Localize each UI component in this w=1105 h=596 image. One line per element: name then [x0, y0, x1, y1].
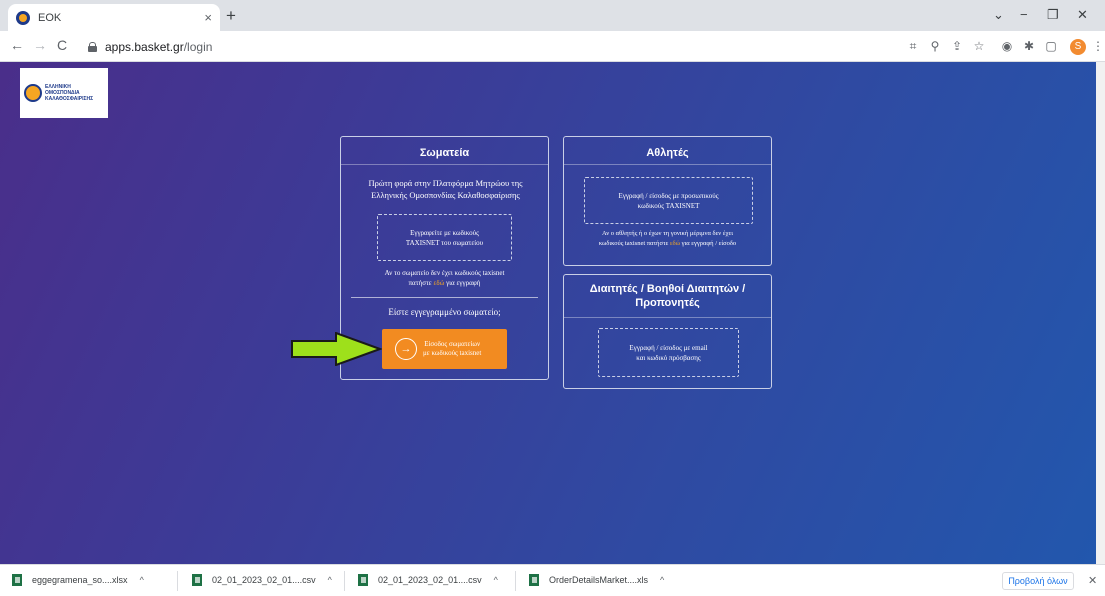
side-panel-icon[interactable]: ▢ [1044, 39, 1058, 53]
athletes-title-divider [564, 164, 771, 165]
tab-title: ΕΟΚ [38, 11, 62, 24]
clubs-register-here-link[interactable]: εδώ [433, 279, 444, 287]
excel-file-icon [192, 574, 202, 586]
close-window-button[interactable]: ✕ [1077, 7, 1088, 23]
browser-toolbar: ← → C apps.basket.gr/login ⌗ ⚲ ⇪ ☆ ◉ ✱ ▢… [0, 31, 1105, 62]
url-path: /login [183, 39, 213, 54]
eok-logo[interactable]: ΕΛΛΗΝΙΚΗ ΟΜΟΣΠΟΝΔΙΑ ΚΑΛΑΘΟΣΦΑΙΡΙΣΗΣ [20, 68, 108, 118]
url-host: apps.basket.gr [105, 39, 184, 54]
clubs-divider [351, 297, 538, 298]
tab-strip: ΕΟΚ × + ⌄ − ❐ ✕ [0, 0, 1105, 31]
referees-coaches-card: Διαιτητές / Βοηθοί Διαιτητών / Προπονητέ… [563, 274, 772, 389]
clubs-intro: Πρώτη φορά στην Πλατφόρμα Μητρώου της Ελ… [368, 178, 523, 200]
zoom-icon[interactable]: ⚲ [928, 39, 942, 53]
eok-favicon-icon [16, 10, 30, 25]
athletes-register-here-link[interactable]: εδώ [670, 240, 680, 247]
download-separator [515, 571, 516, 591]
registered-club-question: Είστε εγγεγραμμένο σωματείο; [388, 307, 501, 317]
clubs-title-divider [341, 164, 548, 165]
download-separator [177, 571, 178, 591]
download-item[interactable]: 02_01_2023_02_01....csv ^ [358, 574, 498, 586]
minimize-button[interactable]: − [1020, 7, 1028, 22]
athletes-card: Αθλητές Εγγραφή / είσοδος με προσωπικούς… [563, 136, 772, 266]
download-filename: 02_01_2023_02_01....csv [378, 575, 482, 585]
download-item[interactable]: OrderDetailsMarket....xls ^ [529, 574, 664, 586]
close-downloads-bar-icon[interactable]: ✕ [1088, 574, 1097, 587]
download-separator [344, 571, 345, 591]
download-filename: OrderDetailsMarket....xls [549, 575, 649, 585]
clubs-no-codes-text: Αν το σωματείο δεν έχει κωδικούς taxisne… [384, 269, 505, 287]
profile-avatar[interactable]: S [1070, 39, 1086, 55]
new-tab-button[interactable]: + [226, 6, 236, 26]
clubs-taxisnet-register-button[interactable]: Εγγραφείτε με κωδικούς TAXISNET του σωμα… [377, 214, 512, 261]
restore-button[interactable]: ❐ [1047, 7, 1059, 23]
back-button[interactable]: ← [10, 37, 24, 53]
green-pointer-arrow-icon [291, 332, 382, 366]
download-menu-caret-icon[interactable]: ^ [140, 575, 144, 585]
club-taxisnet-login-button[interactable]: → Είσοδος σωματείων με κωδικούς taxisnet [382, 329, 507, 369]
download-menu-caret-icon[interactable]: ^ [660, 575, 664, 585]
referees-coaches-title: Διαιτητές / Βοηθοί Διαιτητών / Προπονητέ… [589, 283, 746, 309]
athletes-title: Αθλητές [646, 147, 689, 159]
arrow-right-circle-icon: → [395, 338, 417, 360]
tab-eok[interactable]: ΕΟΚ × [8, 4, 220, 31]
address-bar[interactable]: apps.basket.gr/login [88, 35, 888, 58]
logo-text: ΕΛΛΗΝΙΚΗ ΟΜΟΣΠΟΝΔΙΑ ΚΑΛΑΘΟΣΦΑΙΡΙΣΗΣ [45, 84, 94, 102]
excel-file-icon [12, 574, 22, 586]
share-icon[interactable]: ⇪ [950, 39, 964, 53]
download-menu-caret-icon[interactable]: ^ [494, 575, 498, 585]
extension-icon[interactable]: ◉ [1000, 39, 1014, 53]
downloads-bar: eggegramena_so....xlsx ^ 02_01_2023_02_0… [0, 564, 1105, 596]
download-item[interactable]: 02_01_2023_02_01....csv ^ [192, 574, 332, 586]
athletes-taxisnet-login-button[interactable]: Εγγραφή / είσοδος με προσωπικούς κωδικού… [584, 177, 753, 224]
page-viewport: ΕΛΛΗΝΙΚΗ ΟΜΟΣΠΟΝΔΙΑ ΚΑΛΑΘΟΣΦΑΙΡΙΣΗΣ Σωμα… [0, 62, 1096, 564]
translate-icon[interactable]: ⌗ [906, 39, 920, 53]
lock-icon [88, 41, 97, 52]
athletes-no-codes-text: Αν ο αθλητής ή ο έχων τη γονική μέριμνα … [598, 230, 737, 247]
basketball-logo-icon [24, 84, 42, 102]
referees-email-login-button[interactable]: Εγγραφή / είσοδος με email και κωδικό πρ… [598, 328, 739, 377]
download-filename: eggegramena_so....xlsx [32, 575, 128, 585]
forward-button[interactable]: → [33, 37, 47, 53]
page-scrollbar[interactable] [1096, 62, 1105, 564]
tab-close-button[interactable]: × [204, 10, 212, 25]
tab-search-icon[interactable]: ⌄ [993, 7, 1004, 23]
bookmark-star-icon[interactable]: ☆ [972, 39, 986, 53]
reload-button[interactable]: C [57, 37, 67, 53]
referees-title-divider [564, 317, 771, 318]
download-menu-caret-icon[interactable]: ^ [328, 575, 332, 585]
download-item[interactable]: eggegramena_so....xlsx ^ [12, 574, 144, 586]
clubs-title: Σωματεία [419, 147, 470, 159]
excel-file-icon [358, 574, 368, 586]
chrome-menu-icon[interactable]: ⋮ [1091, 39, 1105, 53]
excel-file-icon [529, 574, 539, 586]
download-filename: 02_01_2023_02_01....csv [212, 575, 316, 585]
show-all-downloads-button[interactable]: Προβολή όλων [1002, 572, 1074, 590]
extensions-puzzle-icon[interactable]: ✱ [1022, 39, 1036, 53]
club-login-label: Είσοδος σωματείων με κωδικούς taxisnet [423, 340, 482, 357]
